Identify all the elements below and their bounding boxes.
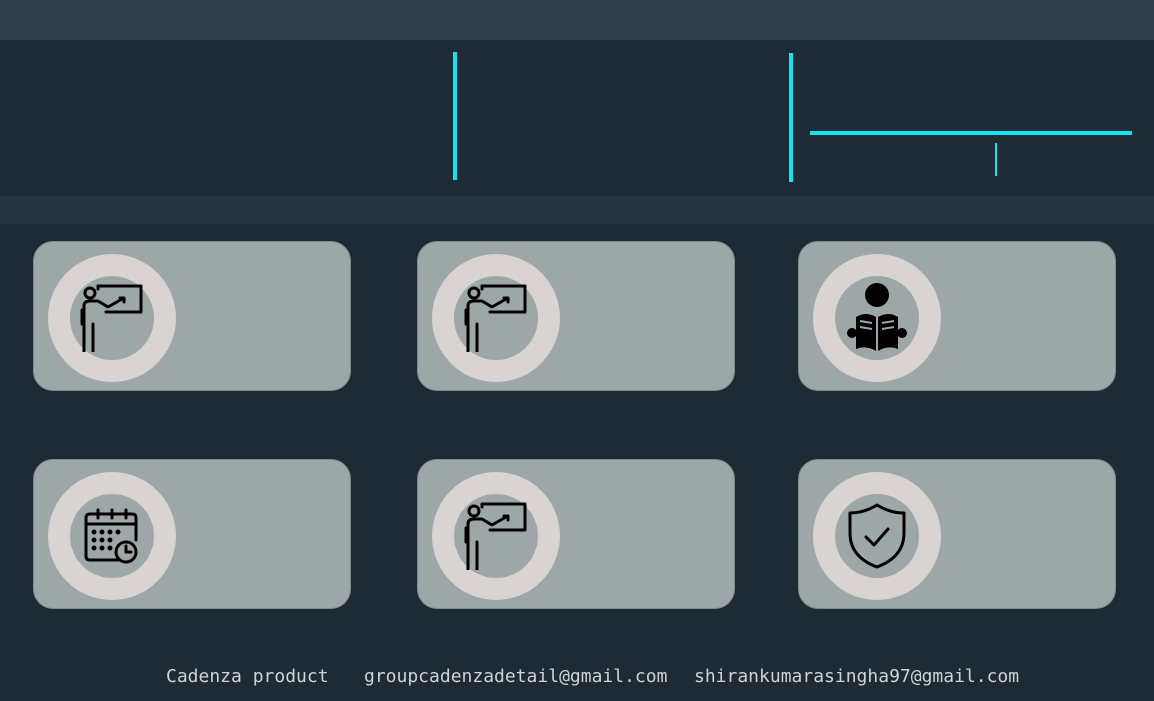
text-caret [995,143,997,176]
reading-student-icon [847,283,907,351]
icon-ring [48,254,176,382]
icon-ring [48,472,176,600]
section-bar [0,196,1154,224]
menu-card-5[interactable] [417,459,735,609]
menu-card-4[interactable] [33,459,351,609]
header-panel [0,40,1154,196]
icon-ring [432,472,560,600]
icon-ring [813,254,941,382]
icon-ring [813,472,941,600]
input-underline[interactable] [810,131,1132,135]
divider-line [789,53,793,182]
calendar-clock-icon [84,508,138,564]
teacher-board-icon [464,502,527,570]
top-bar [0,0,1154,40]
footer: Cadenza product groupcadenzadetail@gmail… [0,666,1154,694]
shield-check-icon [848,503,906,569]
menu-card-2[interactable] [417,241,735,391]
teacher-board-icon [80,284,143,352]
icon-ring [432,254,560,382]
menu-card-3[interactable] [798,241,1116,391]
teacher-board-icon [464,284,527,352]
menu-card-1[interactable] [33,241,351,391]
footer-product-label: Cadenza product [166,666,329,687]
menu-card-6[interactable] [798,459,1116,609]
footer-email-group[interactable]: groupcadenzadetail@gmail.com [364,666,667,687]
divider-line [453,52,457,180]
footer-email-personal[interactable]: shirankumarasingha97@gmail.com [694,666,1019,687]
